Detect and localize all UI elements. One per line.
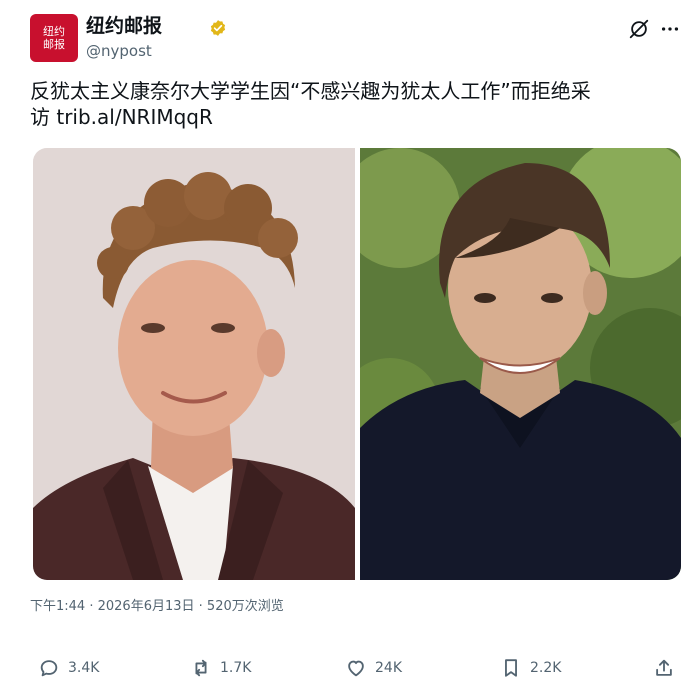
repost-count: 1.7K bbox=[220, 660, 252, 676]
reply-icon bbox=[40, 660, 58, 677]
media-grid[interactable] bbox=[33, 148, 681, 580]
share-button[interactable] bbox=[653, 655, 683, 681]
bookmark-count: 2.2K bbox=[530, 660, 562, 676]
tweet-meta: 下午1:44 · 2026年6月13日 · 520万次浏览 bbox=[30, 598, 284, 616]
reply-button[interactable]: 3.4K bbox=[38, 655, 99, 681]
repost-button[interactable]: 1.7K bbox=[190, 655, 251, 681]
like-count: 24K bbox=[375, 660, 402, 676]
photo-left[interactable] bbox=[33, 148, 355, 580]
avatar[interactable]: 纽约 邮报 bbox=[30, 14, 78, 62]
verified-badge-icon bbox=[209, 19, 227, 37]
bookmark-icon bbox=[505, 659, 517, 677]
meta-separator-1: · bbox=[85, 599, 98, 614]
avatar-text-line1: 纽约 bbox=[43, 25, 65, 38]
avatar-text-line2: 邮报 bbox=[43, 38, 65, 51]
photo-right[interactable] bbox=[360, 148, 681, 580]
reply-count: 3.4K bbox=[68, 660, 100, 676]
like-button[interactable]: 24K bbox=[345, 655, 402, 681]
tweet-time[interactable]: 下午1:44 bbox=[30, 599, 85, 614]
tweet-text: 反犹太主义康奈尔大学学生因“不感兴趣为犹太人工作”而拒绝采 访 trib.al/… bbox=[30, 79, 591, 129]
meta-separator-2: · bbox=[194, 599, 207, 614]
tweet-date[interactable]: 2026年6月13日 bbox=[98, 599, 195, 614]
share-icon bbox=[656, 659, 672, 676]
more-icon[interactable] bbox=[659, 18, 681, 40]
repost-icon bbox=[195, 659, 207, 677]
view-count[interactable]: 520万次浏览 bbox=[207, 599, 284, 614]
heart-icon bbox=[348, 660, 364, 677]
author-display-name[interactable]: 纽约邮报 bbox=[86, 14, 162, 38]
grok-icon[interactable] bbox=[628, 18, 650, 40]
bookmark-button[interactable]: 2.2K bbox=[500, 655, 561, 681]
author-handle[interactable]: @nypost bbox=[86, 42, 152, 60]
